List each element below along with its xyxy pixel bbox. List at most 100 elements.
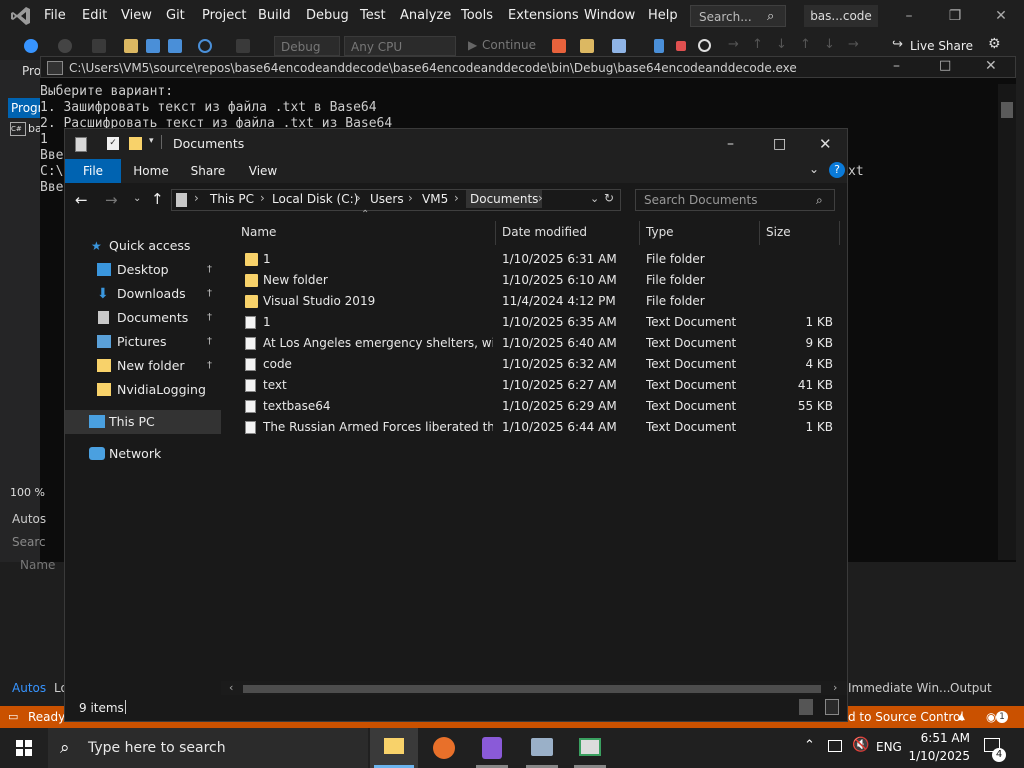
menu-file[interactable]: File <box>44 0 66 32</box>
taskbar-firefox[interactable] <box>420 728 468 768</box>
file-row[interactable]: The Russian Armed Forces liberated three… <box>237 417 837 438</box>
diagnostic-icon[interactable] <box>580 39 594 53</box>
ribbon-tab-view[interactable]: View <box>239 159 287 183</box>
menu-help[interactable]: Help <box>648 0 678 32</box>
file-row[interactable]: textbase64 1/10/2025 6:29 AM Text Docume… <box>237 396 837 417</box>
forward-arrow-icon[interactable]: → <box>105 191 118 209</box>
chevron-up-icon[interactable]: ▲ <box>958 706 965 728</box>
vs-close-icon[interactable]: ✕ <box>986 0 1016 32</box>
menu-debug[interactable]: Debug <box>306 0 349 32</box>
nav-network[interactable]: Network <box>65 442 221 466</box>
ribbon-expand-chevron-icon[interactable]: ⌄ <box>809 162 819 176</box>
ribbon-tab-file[interactable]: File <box>65 159 121 183</box>
nav-desktop[interactable]: Desktop † <box>65 258 221 282</box>
undo-icon[interactable] <box>198 39 212 53</box>
console-scrollbar[interactable] <box>998 84 1016 560</box>
menu-tools[interactable]: Tools <box>461 0 493 32</box>
file-row[interactable]: At Los Angeles emergency shelters, wildf… <box>237 333 837 354</box>
horizontal-scroll-thumb[interactable] <box>243 685 821 693</box>
ribbon-tab-share[interactable]: Share <box>183 159 233 183</box>
file-row[interactable]: New folder 1/10/2025 6:10 AM File folder <box>237 270 837 291</box>
quick-access-dropdown-icon[interactable]: ▾ <box>149 136 154 146</box>
stop-icon[interactable] <box>676 41 686 51</box>
checkmark-icon[interactable]: ✓ <box>107 137 119 150</box>
taskbar-console-app[interactable] <box>566 728 614 768</box>
menu-build[interactable]: Build <box>258 0 291 32</box>
scroll-left-icon[interactable]: ‹ <box>229 681 233 694</box>
explorer-search-input[interactable]: Search Documents ⌕ <box>635 189 835 211</box>
tray-chevron-up-icon[interactable]: ⌃ <box>804 738 815 753</box>
continue-label[interactable]: Continue <box>482 38 536 52</box>
live-share-icon[interactable]: ↪ <box>892 37 903 52</box>
live-share-button[interactable]: Live Share <box>910 39 973 53</box>
file-row[interactable]: text 1/10/2025 6:27 AM Text Document 41 … <box>237 375 837 396</box>
scroll-right-icon[interactable]: › <box>833 681 837 694</box>
tab-autos[interactable]: Autos <box>12 681 46 695</box>
speaker-muted-icon[interactable]: 🔇 <box>852 737 869 753</box>
step-out-icon[interactable]: ↓ <box>776 37 787 52</box>
windows-start-icon[interactable] <box>16 740 32 756</box>
nav-nvidialogging[interactable]: NvidiaLogging <box>65 378 221 402</box>
nav-quick-access[interactable]: ★ Quick access <box>65 234 221 258</box>
menu-git[interactable]: Git <box>166 0 185 32</box>
nav-this-pc[interactable]: This PC <box>65 410 221 434</box>
hot-reload-icon[interactable] <box>552 39 566 53</box>
open-folder-icon[interactable] <box>124 39 138 53</box>
breadcrumb-users[interactable]: Users <box>370 192 404 206</box>
file-row[interactable]: code 1/10/2025 6:32 AM Text Document 4 K… <box>237 354 837 375</box>
back-arrow-icon[interactable]: ← <box>75 191 88 209</box>
menu-view[interactable]: View <box>121 0 152 32</box>
column-header-name[interactable]: Name <box>241 221 276 243</box>
menu-window[interactable]: Window <box>584 0 635 32</box>
show-next-icon[interactable]: → <box>848 37 859 52</box>
details-view-icon[interactable] <box>799 699 813 715</box>
explorer-close-icon[interactable]: ✕ <box>819 129 832 159</box>
refresh-icon[interactable]: ↻ <box>604 191 614 205</box>
vs-minimize-icon[interactable]: – <box>894 0 924 32</box>
up-arrow-icon[interactable]: ↑ <box>151 190 164 208</box>
file-row[interactable]: Visual Studio 2019 11/4/2024 4:12 PM Fil… <box>237 291 837 312</box>
vs-tab-pro[interactable]: Pro <box>22 64 41 78</box>
column-header-type[interactable]: Type <box>646 221 674 243</box>
menu-edit[interactable]: Edit <box>82 0 107 32</box>
back-nav-icon[interactable] <box>24 39 38 53</box>
save-all-icon[interactable] <box>168 39 182 53</box>
pause-icon[interactable] <box>654 39 664 53</box>
save-icon[interactable] <box>146 39 160 53</box>
add-to-source-control[interactable]: d to Source Control <box>848 706 964 728</box>
nav-downloads[interactable]: ⬇ Downloads † <box>65 282 221 306</box>
step-back-icon[interactable]: ↑ <box>800 37 811 52</box>
vs-tab-program[interactable]: Progr <box>8 98 40 118</box>
network-tray-icon[interactable] <box>828 740 842 752</box>
column-header-size[interactable]: Size <box>766 221 791 243</box>
column-divider[interactable] <box>839 221 840 245</box>
large-icons-view-icon[interactable] <box>825 699 839 715</box>
help-icon[interactable]: ? <box>829 162 845 178</box>
continue-play-icon[interactable]: ▶ <box>468 38 477 52</box>
console-close-icon[interactable]: ✕ <box>985 58 997 74</box>
nav-pictures[interactable]: Pictures † <box>65 330 221 354</box>
new-project-icon[interactable] <box>92 39 106 53</box>
taskbar-search-box[interactable]: ⌕ Type here to search <box>48 728 368 768</box>
clock-time[interactable]: 6:51 AM <box>914 731 970 745</box>
console-minimize-icon[interactable]: – <box>893 58 900 74</box>
column-header-date[interactable]: Date modified <box>502 221 587 243</box>
explorer-minimize-icon[interactable]: – <box>727 129 734 159</box>
column-divider[interactable] <box>639 221 640 245</box>
forward-nav-icon[interactable] <box>58 39 72 53</box>
tab-output[interactable]: Output <box>950 681 992 695</box>
step-into-icon[interactable]: ↑ <box>752 37 763 52</box>
explorer-title-bar[interactable]: ✓ ▾ Documents – □ ✕ <box>65 129 847 159</box>
restart-icon[interactable] <box>698 39 711 52</box>
redo-icon[interactable] <box>236 39 250 53</box>
file-row[interactable]: 1 1/10/2025 6:31 AM File folder <box>237 249 837 270</box>
breadcrumb-this-pc[interactable]: This PC <box>210 192 254 206</box>
console-title-bar[interactable]: C:\Users\VM5\source\repos\base64encodean… <box>40 56 1016 78</box>
config-combo[interactable]: Debug <box>274 36 340 56</box>
menu-test[interactable]: Test <box>360 0 386 32</box>
taskbar-file-explorer[interactable] <box>370 728 418 768</box>
taskbar-visual-studio[interactable] <box>468 728 516 768</box>
platform-combo[interactable]: Any CPU <box>344 36 456 56</box>
console-scroll-thumb[interactable] <box>1001 102 1013 118</box>
nav-new-folder[interactable]: New folder † <box>65 354 221 378</box>
